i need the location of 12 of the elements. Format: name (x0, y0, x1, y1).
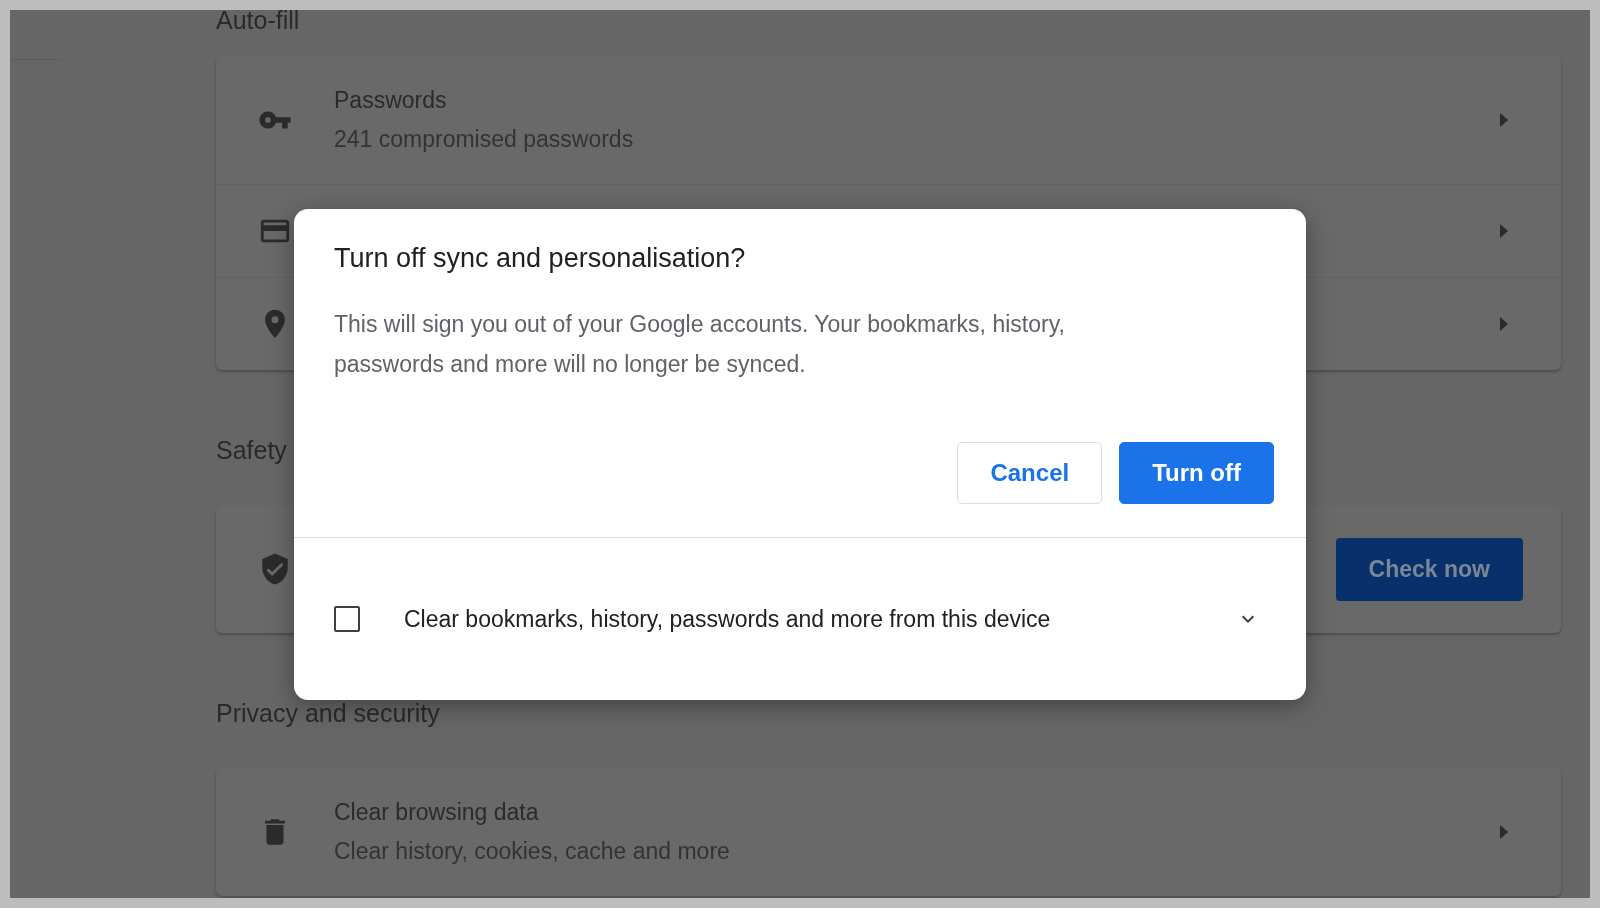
section-heading: Auto-fill (216, 10, 300, 32)
setting-title: Clear browsing data (334, 799, 540, 826)
cancel-button[interactable]: Cancel (957, 442, 1103, 504)
dialog-message: This will sign you out of your Google accounts. Your bookmarks, history, passwords and more will no longer be synced. (334, 310, 1066, 379)
setting-title: Passwords (334, 87, 448, 114)
turn-off-button[interactable]: Turn off (1119, 442, 1274, 504)
checkbox[interactable] (334, 606, 360, 632)
dialog-title: Turn off sync and personalisation? (334, 243, 747, 274)
checkbox-label: Clear bookmarks, history, passwords and more from this device (404, 605, 1051, 633)
check-now-button[interactable]: Check now (1335, 537, 1523, 601)
section-heading: Safety (216, 436, 287, 465)
section-heading: Privacy and security (216, 699, 440, 728)
